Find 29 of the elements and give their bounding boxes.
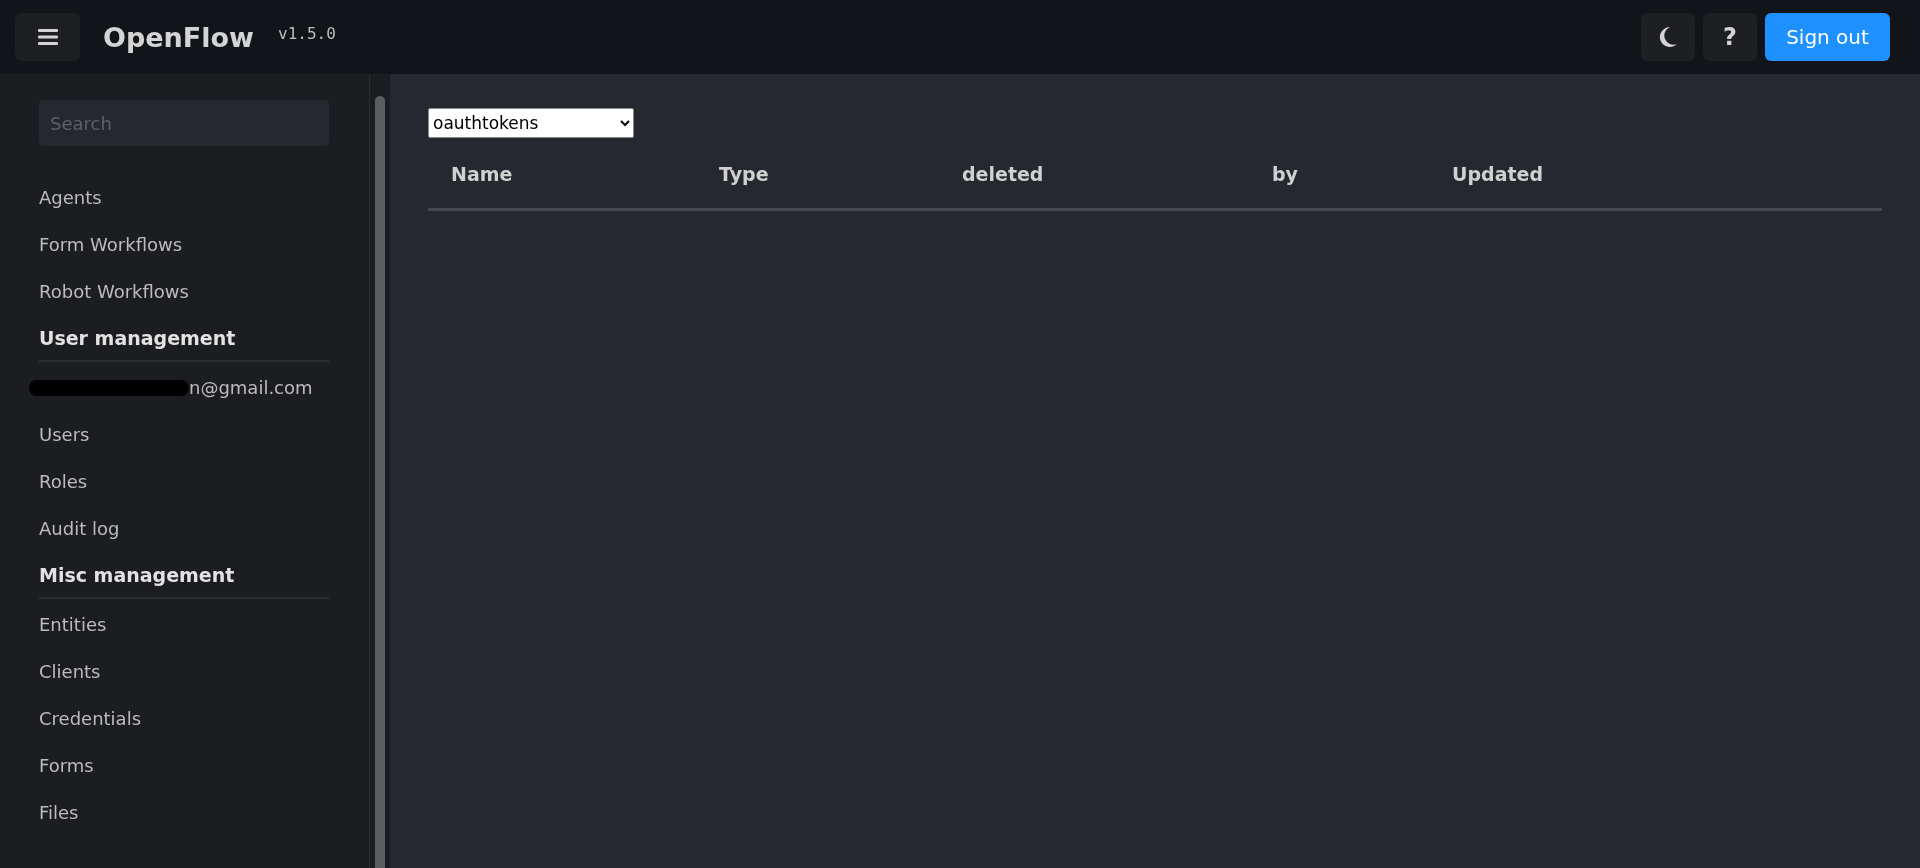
column-header[interactable]: Name — [451, 163, 513, 185]
nav-link[interactable]: Users — [39, 411, 330, 458]
column-header[interactable]: by — [1272, 163, 1298, 185]
collection-select[interactable]: oauthtokens — [428, 108, 634, 138]
menu-button[interactable] — [15, 13, 80, 61]
help-button[interactable]: ? — [1703, 13, 1757, 61]
section-heading: Misc management — [39, 552, 330, 599]
menu-icon — [37, 29, 58, 45]
nav-link[interactable]: Robot Workflows — [39, 268, 330, 315]
section-heading: User management — [39, 315, 330, 362]
scrollbar-thumb[interactable] — [375, 96, 386, 868]
version-label: v1.5.0 — [278, 23, 336, 43]
nav-link[interactable]: Agents — [39, 174, 330, 221]
search-field[interactable]: Search — [39, 100, 330, 146]
nav-link[interactable]: Forms — [39, 742, 330, 789]
nav-link[interactable]: Roles — [39, 458, 330, 505]
nav-link[interactable]: Entities — [39, 601, 330, 648]
nav-link[interactable]: Clients — [39, 648, 330, 695]
app-title: OpenFlow — [103, 21, 254, 53]
nav-link[interactable]: Files — [39, 789, 330, 836]
column-header[interactable]: Updated — [1452, 163, 1544, 185]
column-header[interactable]: deleted — [962, 163, 1044, 185]
column-header[interactable]: Type — [719, 163, 769, 185]
nav-link[interactable]: Credentials — [39, 695, 330, 742]
nav-link[interactable]: n@gmail.com — [189, 377, 313, 398]
nav-link[interactable]: Audit log — [39, 505, 330, 552]
moon-icon — [1658, 26, 1678, 48]
theme-toggle-button[interactable] — [1641, 13, 1695, 61]
nav-link[interactable]: Form Workflows — [39, 221, 330, 268]
